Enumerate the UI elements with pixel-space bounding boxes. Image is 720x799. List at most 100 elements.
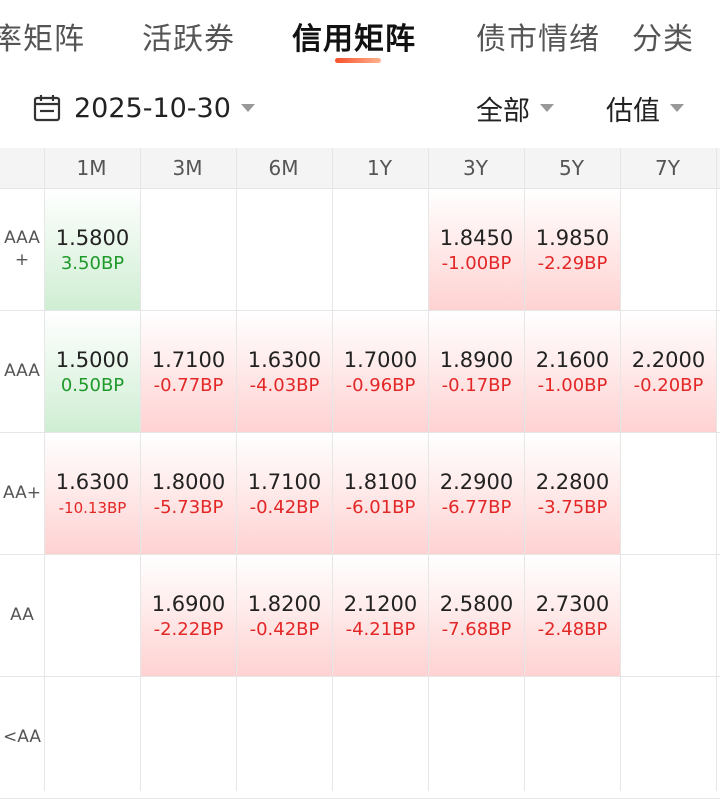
matrix-cell[interactable]: 1.7000 -0.96BP [333, 311, 428, 432]
bp-change: -0.42BP [249, 618, 320, 640]
row-header-rating: AAA [4, 361, 40, 381]
yield-value: 1.5800 [55, 225, 130, 250]
matrix-cell[interactable]: 1.9850 -2.29BP [525, 189, 620, 310]
row-header-rating: AA [10, 605, 34, 625]
bp-change: -4.21BP [345, 618, 416, 640]
column-header-3y: 3Y [463, 156, 488, 180]
matrix-cell-empty [621, 555, 716, 676]
matrix-cell-empty [45, 677, 140, 798]
matrix-cell[interactable]: 2.2000 -0.20BP [621, 311, 716, 432]
bp-change: -7.68BP [441, 618, 512, 640]
yield-value: 1.9850 [535, 225, 610, 250]
grid-line [620, 148, 621, 791]
matrix-cell[interactable]: 1.7100 -0.77BP [141, 311, 236, 432]
calendar-icon [33, 95, 61, 122]
matrix-cell[interactable]: 1.8100 -6.01BP [333, 433, 428, 554]
metric-value: 估值 [606, 95, 660, 127]
yield-value: 1.8200 [247, 591, 322, 616]
active-tab-indicator [335, 58, 381, 63]
scope-selector[interactable]: 全部 [476, 90, 554, 127]
bp-change: 0.50BP [60, 374, 125, 396]
tab-credit-matrix[interactable]: 信用矩阵 [292, 14, 416, 58]
bp-change: -0.17BP [441, 374, 512, 396]
grid-line [332, 148, 333, 791]
matrix-cell-empty [525, 677, 620, 798]
bp-change: -5.73BP [153, 496, 224, 518]
matrix-cell[interactable]: 1.8200 -0.42BP [237, 555, 332, 676]
bp-change: -0.20BP [633, 374, 704, 396]
yield-value: 1.7000 [343, 347, 418, 372]
row-header-rating: AAA + [4, 228, 40, 270]
date-selector[interactable]: 2025-10-30 [32, 90, 255, 126]
column-header-6m: 6M [268, 156, 299, 180]
matrix-cell-empty [333, 677, 428, 798]
matrix-cell-empty [429, 677, 524, 798]
grid-line [0, 432, 720, 433]
bp-change: -2.29BP [537, 252, 608, 274]
yield-value: 1.6300 [55, 469, 130, 494]
bp-change: -0.96BP [345, 374, 416, 396]
yield-value: 2.2800 [535, 469, 610, 494]
yield-value: 2.1600 [535, 347, 610, 372]
bp-change: -2.22BP [153, 618, 224, 640]
bp-change: -10.13BP [58, 498, 127, 517]
tab-rate-matrix[interactable]: 率矩阵 [0, 14, 85, 58]
bp-change: 3.50BP [60, 252, 125, 274]
matrix-cell[interactable]: 1.7100 -0.42BP [237, 433, 332, 554]
caret-down-icon [240, 104, 255, 112]
yield-value: 2.5800 [439, 591, 514, 616]
yield-value: 2.1200 [343, 591, 418, 616]
matrix-cell-empty [45, 555, 140, 676]
matrix-cell[interactable]: 2.7300 -2.48BP [525, 555, 620, 676]
yield-value: 1.7100 [247, 469, 322, 494]
bp-change: -1.00BP [537, 374, 608, 396]
matrix-cell-empty [237, 677, 332, 798]
tab-category[interactable]: 分类 [632, 14, 694, 58]
matrix-cell-empty [141, 189, 236, 310]
matrix-cell[interactable]: 1.5800 3.50BP [45, 189, 140, 310]
column-header-1m: 1M [76, 156, 107, 180]
tab-active-bonds[interactable]: 活跃券 [142, 14, 235, 58]
yield-value: 2.7300 [535, 591, 610, 616]
grid-line [140, 148, 141, 791]
matrix-cell[interactable]: 2.5800 -7.68BP [429, 555, 524, 676]
row-header-rating: <AA [3, 727, 41, 747]
matrix-cell[interactable]: 2.1200 -4.21BP [333, 555, 428, 676]
yield-value: 1.8900 [439, 347, 514, 372]
matrix-cell[interactable]: 1.8000 -5.73BP [141, 433, 236, 554]
matrix-cell[interactable]: 1.6900 -2.22BP [141, 555, 236, 676]
yield-value: 1.8450 [439, 225, 514, 250]
column-header-5y: 5Y [559, 156, 584, 180]
grid-line [0, 554, 720, 555]
grid-line [716, 148, 717, 791]
yield-value: 1.6900 [151, 591, 226, 616]
top-tab-bar: 率矩阵 活跃券 信用矩阵 债市情绪 分类 [0, 0, 720, 68]
bp-change: -0.42BP [249, 496, 320, 518]
matrix-cell[interactable]: 2.2800 -3.75BP [525, 433, 620, 554]
matrix-cell[interactable]: 2.2900 -6.77BP [429, 433, 524, 554]
matrix-cell[interactable]: 1.8450 -1.00BP [429, 189, 524, 310]
matrix-cell-empty [333, 189, 428, 310]
yield-value: 1.8100 [343, 469, 418, 494]
bp-change: -3.75BP [537, 496, 608, 518]
yield-value: 1.5000 [55, 347, 130, 372]
matrix-cell[interactable]: 1.6300 -10.13BP [45, 433, 140, 554]
matrix-cell[interactable]: 1.5000 0.50BP [45, 311, 140, 432]
yield-value: 1.7100 [151, 347, 226, 372]
yield-value: 2.2000 [631, 347, 706, 372]
matrix-cell[interactable]: 1.8900 -0.17BP [429, 311, 524, 432]
matrix-cell[interactable]: 1.6300 -4.03BP [237, 311, 332, 432]
tab-bond-sentiment[interactable]: 债市情绪 [476, 14, 600, 58]
matrix-cell-empty [141, 677, 236, 798]
grid-line [0, 188, 720, 189]
matrix-cell-empty [621, 433, 716, 554]
bp-change: -6.01BP [345, 496, 416, 518]
grid-line [0, 676, 720, 677]
column-header-3m: 3M [172, 156, 203, 180]
matrix-cell-empty [237, 189, 332, 310]
scope-value: 全部 [476, 95, 530, 127]
bp-change: -1.00BP [441, 252, 512, 274]
caret-down-icon [670, 104, 684, 112]
metric-selector[interactable]: 估值 [606, 90, 684, 127]
matrix-cell[interactable]: 2.1600 -1.00BP [525, 311, 620, 432]
